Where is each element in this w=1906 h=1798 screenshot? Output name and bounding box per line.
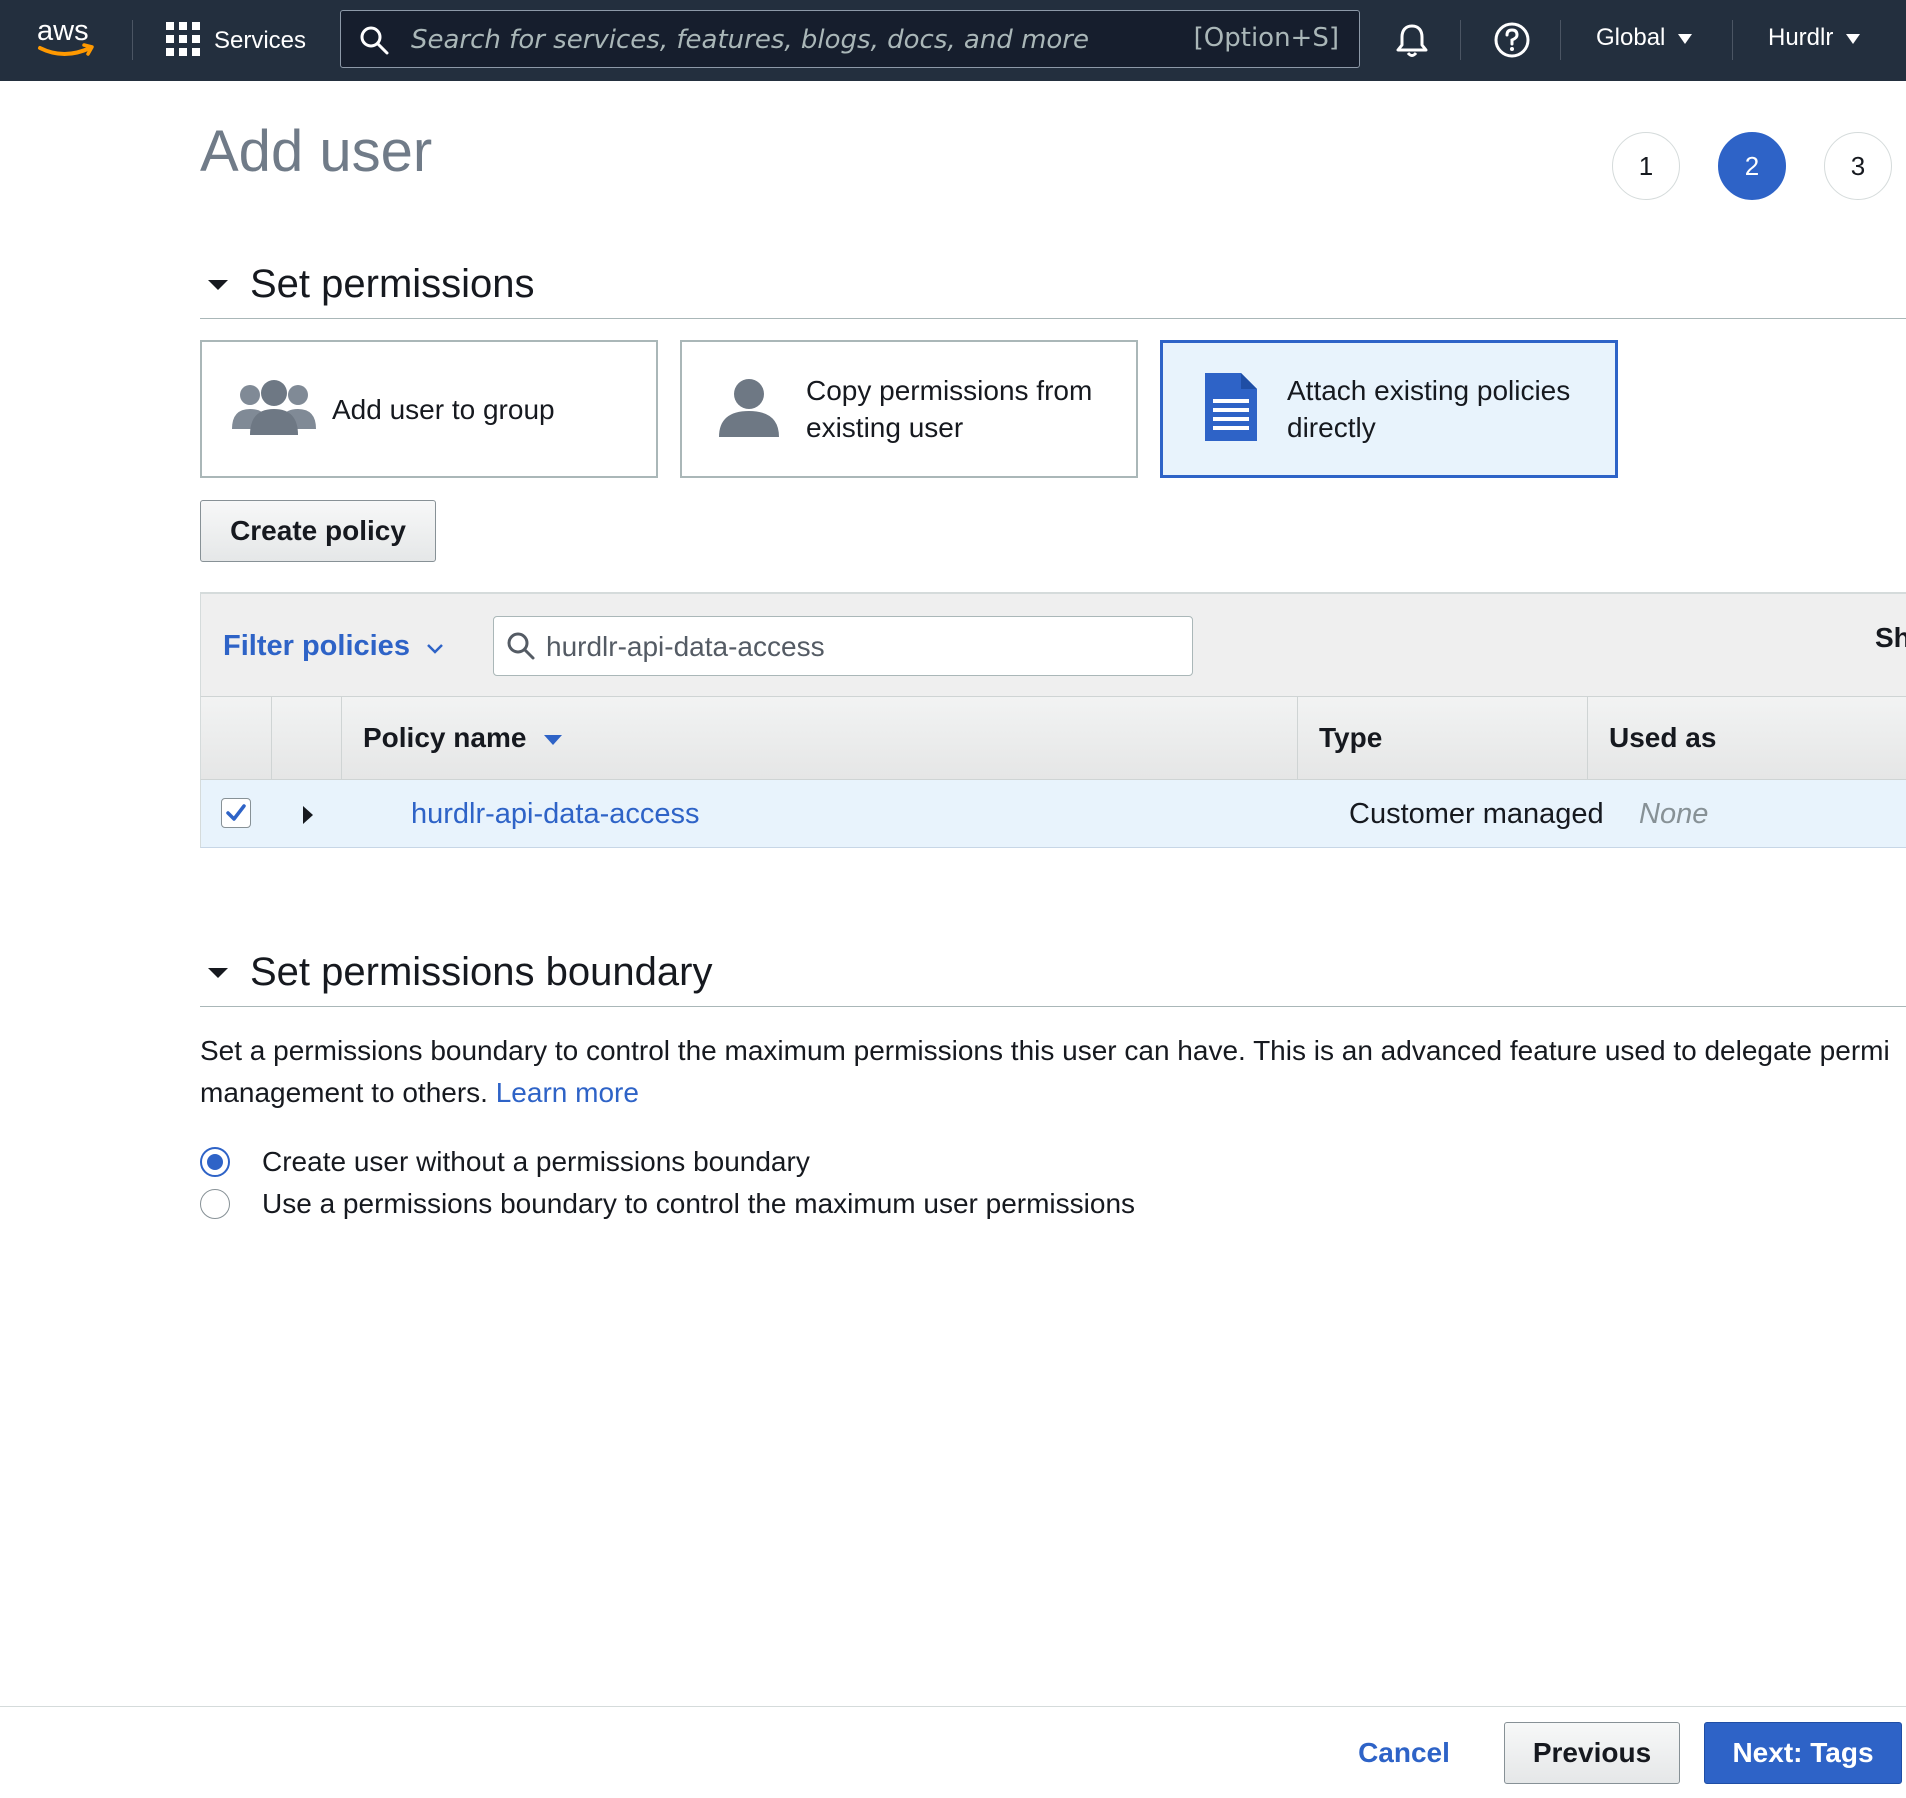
- account-label: Hurdlr: [1768, 24, 1834, 51]
- radio-label: Create user without a permissions bounda…: [262, 1146, 810, 1177]
- option-label: Attach existing policies directly: [1287, 375, 1571, 443]
- caret-down-icon: [1845, 24, 1861, 52]
- row-checkbox[interactable]: [221, 798, 251, 828]
- next-tags-button[interactable]: Next: Tags: [1704, 1722, 1902, 1784]
- boundary-description: Set a permissions boundary to control th…: [200, 1030, 1906, 1114]
- set-permissions-heading: Set permissions: [250, 262, 535, 306]
- create-policy-button[interactable]: Create policy: [200, 500, 436, 562]
- set-permissions-boundary-toggle[interactable]: Set permissions boundary: [200, 950, 712, 995]
- sort-descending-icon: [544, 735, 563, 745]
- nav-divider: [1732, 20, 1733, 60]
- radio-option-no-boundary[interactable]: Create user without a permissions bounda…: [200, 1146, 810, 1178]
- group-icon: [228, 377, 320, 442]
- policy-name-link[interactable]: hurdlr-api-data-access: [411, 798, 700, 831]
- footer-divider: [0, 1706, 1906, 1707]
- services-label: Services: [214, 27, 307, 54]
- previous-button[interactable]: Previous: [1504, 1722, 1680, 1784]
- option-add-user-to-group[interactable]: Add user to group: [200, 340, 658, 478]
- search-icon: [506, 631, 536, 666]
- nav-divider: [1460, 20, 1461, 60]
- region-label: Global: [1596, 24, 1666, 51]
- notifications-bell-icon[interactable]: [1392, 20, 1432, 60]
- column-header-type[interactable]: Type: [1319, 697, 1382, 779]
- radio-button[interactable]: [200, 1189, 230, 1219]
- policy-search-input[interactable]: [544, 625, 1168, 669]
- column-header-label: Policy name: [363, 722, 527, 753]
- boundary-description-line: Set a permissions boundary to control th…: [200, 1035, 1890, 1066]
- column-divider: [271, 697, 272, 779]
- nav-divider: [132, 20, 133, 60]
- policy-type-cell: Customer managed: [1349, 798, 1604, 830]
- policy-filter-bar: Filter policies Sh: [200, 592, 1906, 696]
- caret-down-icon: [208, 279, 228, 290]
- search-shortcut-hint: [Option+S]: [1193, 23, 1339, 53]
- column-divider: [1297, 697, 1298, 779]
- set-permissions-boundary-heading: Set permissions boundary: [250, 950, 713, 994]
- top-navigation-bar: aws Services [Option+S]: [0, 0, 1906, 81]
- cancel-button[interactable]: Cancel: [1336, 1722, 1472, 1784]
- policy-search[interactable]: [493, 616, 1193, 676]
- account-menu[interactable]: Hurdlr: [1768, 24, 1861, 52]
- table-row[interactable]: hurdlr-api-data-access Customer managed …: [200, 780, 1906, 848]
- show-options-label[interactable]: Sh: [1875, 622, 1906, 654]
- svg-text:aws: aws: [37, 15, 89, 47]
- policy-table-header: Policy name Type Used as: [200, 696, 1906, 780]
- column-divider: [1587, 697, 1588, 779]
- section-divider: [200, 1006, 1906, 1007]
- learn-more-link[interactable]: Learn more: [496, 1077, 639, 1108]
- set-permissions-toggle[interactable]: Set permissions: [200, 262, 535, 307]
- option-label: Copy permissions from existing user: [806, 375, 1093, 443]
- wizard-step-3[interactable]: 3: [1824, 132, 1892, 200]
- filter-policies-label: Filter policies: [223, 630, 410, 662]
- search-icon: [359, 25, 389, 60]
- option-label: Add user to group: [332, 393, 555, 425]
- caret-down-icon: [1677, 24, 1693, 52]
- option-copy-permissions[interactable]: Copy permissions from existing user: [680, 340, 1138, 478]
- global-search[interactable]: [Option+S]: [340, 10, 1360, 68]
- region-selector[interactable]: Global: [1596, 24, 1693, 52]
- column-divider: [341, 697, 342, 779]
- wizard-step-2[interactable]: 2: [1718, 132, 1786, 200]
- expand-row-icon[interactable]: [303, 806, 313, 824]
- apps-grid-icon: [166, 21, 200, 61]
- help-icon[interactable]: [1492, 20, 1532, 60]
- section-divider: [200, 318, 1906, 319]
- page-title: Add user: [200, 119, 433, 184]
- boundary-description-text: management to others.: [200, 1077, 488, 1108]
- user-icon: [718, 377, 780, 442]
- filter-policies-dropdown[interactable]: Filter policies: [223, 630, 444, 663]
- document-icon: [1199, 371, 1261, 448]
- column-header-policy-name[interactable]: Policy name: [363, 697, 563, 779]
- column-header-used-as[interactable]: Used as: [1609, 697, 1716, 779]
- boundary-description-line: management to others. Learn more: [200, 1072, 1906, 1114]
- caret-down-icon: [208, 967, 228, 978]
- wizard-step-1[interactable]: 1: [1612, 132, 1680, 200]
- chevron-down-icon: [426, 630, 444, 663]
- policy-used-as-cell: None: [1639, 798, 1709, 830]
- radio-label: Use a permissions boundary to control th…: [262, 1188, 1136, 1219]
- radio-button[interactable]: [200, 1147, 230, 1177]
- option-attach-policies[interactable]: Attach existing policies directly: [1160, 340, 1618, 478]
- checkmark-icon: [226, 804, 246, 821]
- aws-logo[interactable]: aws: [34, 14, 100, 64]
- radio-option-use-boundary[interactable]: Use a permissions boundary to control th…: [200, 1188, 1135, 1220]
- nav-divider: [1560, 20, 1561, 60]
- services-menu[interactable]: Services: [166, 21, 307, 61]
- global-search-input[interactable]: [409, 17, 1273, 63]
